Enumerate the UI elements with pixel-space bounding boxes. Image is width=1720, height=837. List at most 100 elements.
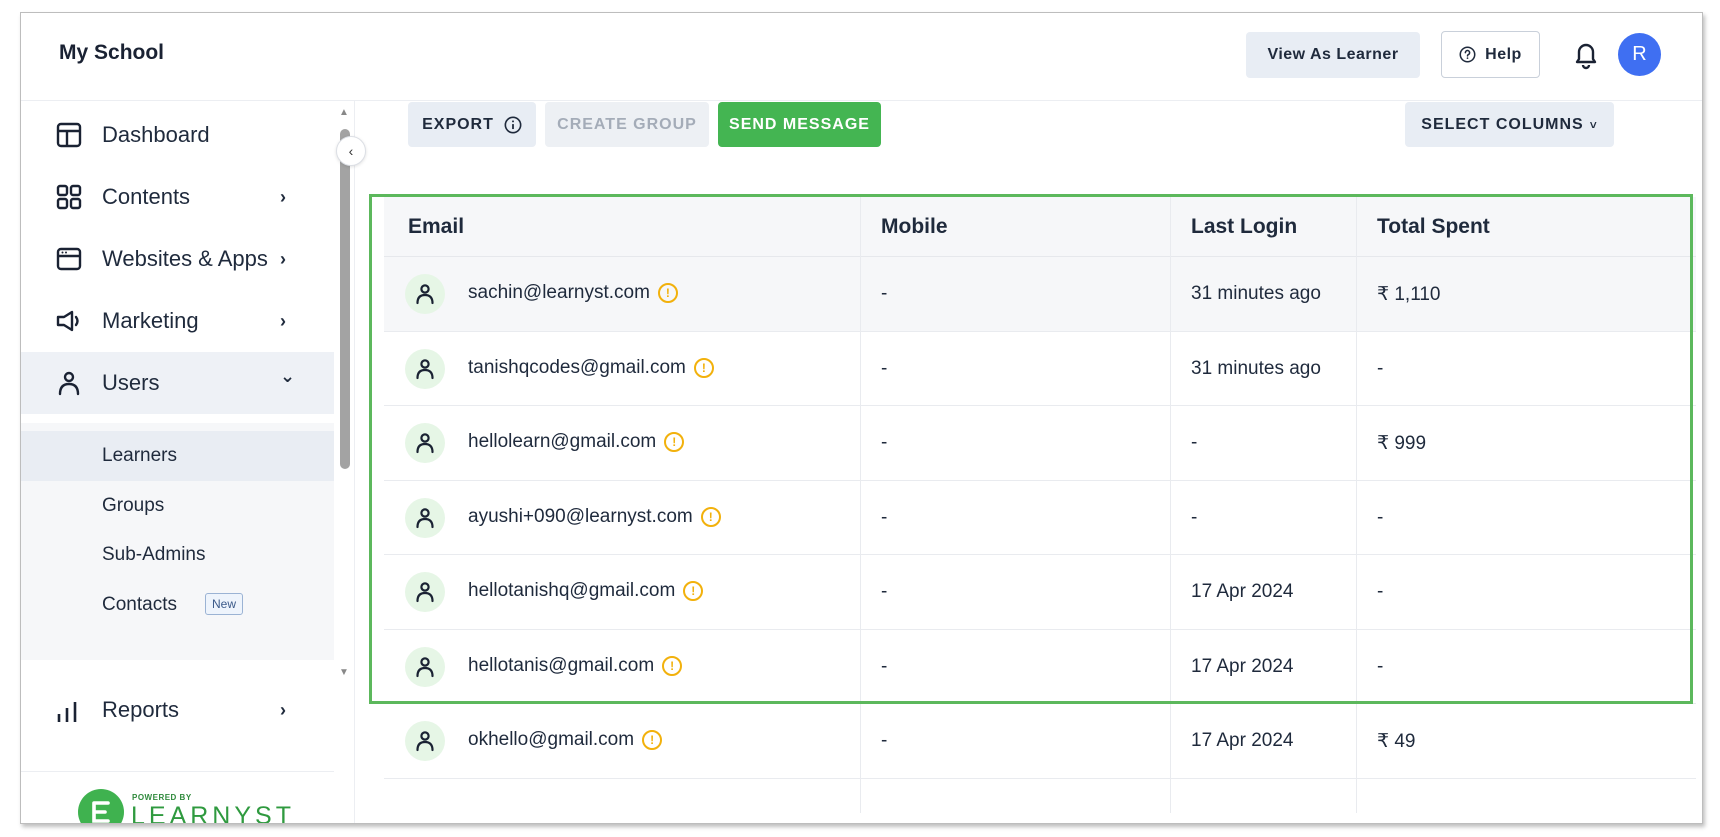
dashboard-icon [56,122,82,148]
sidebar-subitem-groups[interactable]: Groups [21,481,334,531]
table-row[interactable]: tanishqcodes@gmail.com! - 31 minutes ago - [384,332,1696,406]
user-avatar[interactable]: R [1618,33,1661,76]
sidebar-item-contents[interactable]: Contents › [21,166,334,228]
total-spent-cell: ₹ 49 [1377,731,1416,752]
column-header-last-login[interactable]: Last Login [1191,215,1297,239]
warning-icon[interactable]: ! [642,730,663,750]
user-avatar-icon [405,274,445,314]
column-divider [1170,197,1171,813]
school-title: My School [59,41,165,64]
top-header: My School View As Learner Help R [21,13,1702,101]
export-button[interactable]: EXPORT [408,102,536,147]
sidebar-subitem-learners[interactable]: Learners [21,431,334,481]
mobile-cell: - [881,506,888,528]
send-message-button[interactable]: SEND MESSAGE [718,102,881,147]
subitem-label: Groups [102,495,165,516]
sidebar-item-marketing[interactable]: Marketing › [21,290,334,352]
scrollbar-thumb[interactable] [340,129,350,469]
powered-by-label: POWERED BY [132,793,192,802]
table-header: Email Mobile Last Login Total Spent [384,197,1696,257]
user-avatar-icon [405,423,445,463]
info-icon [504,116,522,133]
mobile-cell: - [881,283,888,304]
column-header-mobile[interactable]: Mobile [881,215,948,239]
table-row[interactable]: hellotanis@gmail.com! - 17 Apr 2024 - [384,630,1696,704]
chevron-right-icon: › [280,699,286,720]
warning-icon[interactable]: ! [657,283,678,303]
sidebar-scrollbar[interactable]: ▲ ▼ [334,101,356,683]
warning-icon[interactable]: ! [662,655,683,676]
chevron-left-icon: ‹ [348,143,354,159]
table-row[interactable]: okhello@gmail.com! - 17 Apr 2024 ₹ 49 [384,704,1696,779]
email-cell: hellotanishq@gmail.com! [468,580,704,602]
sidebar-item-websites-apps[interactable]: Websites & Apps › [21,228,334,290]
create-group-button[interactable]: CREATE GROUP [545,102,709,147]
question-circle-icon [1459,46,1476,63]
browser-icon [56,247,82,271]
mobile-cell: - [881,655,888,677]
total-spent-cell: - [1377,581,1384,602]
help-label: Help [1485,45,1522,63]
sidebar-item-reports[interactable]: Reports › [21,679,334,741]
email-text[interactable]: hellotanishq@gmail.com [468,580,675,602]
email-text[interactable]: ayushi+090@learnyst.com [468,506,693,528]
last-login-cell: - [1191,506,1198,528]
last-login-cell: 31 minutes ago [1191,283,1321,304]
total-spent-cell: ₹ 1,110 [1377,284,1441,305]
app-window: My School View As Learner Help R Dashboa… [20,12,1703,824]
warning-icon[interactable]: ! [700,506,721,527]
column-divider [860,197,861,813]
email-cell: okhello@gmail.com! [468,729,663,751]
export-label: EXPORT [422,115,494,133]
email-text[interactable]: tanishqcodes@gmail.com [468,357,686,379]
help-button[interactable]: Help [1441,31,1540,78]
last-login-cell: 17 Apr 2024 [1191,655,1294,677]
email-cell: hellotanis@gmail.com! [468,655,683,677]
scroll-up-arrow-icon[interactable]: ▲ [339,107,349,118]
bell-icon[interactable] [1571,39,1601,71]
user-icon [58,371,80,396]
sidebar-subitem-contacts[interactable]: Contacts New [21,580,334,630]
column-divider [1356,197,1357,813]
user-avatar-icon [405,497,445,538]
email-text[interactable]: sachin@learnyst.com [468,282,650,304]
sidebar-item-label: Marketing [102,308,199,333]
warning-icon[interactable]: ! [683,581,704,601]
table-row[interactable]: ayushi+090@learnyst.com! - - - [384,481,1696,555]
user-avatar-icon [405,721,445,761]
user-avatar-icon [405,348,445,389]
last-login-cell: - [1191,432,1198,453]
warning-icon[interactable]: ! [693,357,714,378]
bar-chart-icon [57,702,77,722]
table-row[interactable]: hellotanishq@gmail.com! - 17 Apr 2024 - [384,555,1696,630]
column-header-total-spent[interactable]: Total Spent [1377,215,1490,239]
column-header-email[interactable]: Email [408,215,464,239]
view-as-learner-button[interactable]: View As Learner [1246,32,1420,78]
email-cell: sachin@learnyst.com! [468,282,678,304]
email-text[interactable]: hellotanis@gmail.com [468,655,654,677]
scroll-down-arrow-icon[interactable]: ▼ [339,667,349,678]
sidebar-item-label: Reports [102,697,180,722]
sidebar-item-label: Contents [102,184,191,209]
sidebar-subitem-sub-admins[interactable]: Sub-Admins [21,530,334,580]
sidebar-item-dashboard[interactable]: Dashboard [21,104,334,166]
learnyst-logo-icon [78,789,124,823]
new-badge: New [205,593,244,615]
email-text[interactable]: okhello@gmail.com [468,729,634,751]
collapse-sidebar-button[interactable]: ‹ [336,136,366,166]
subitem-label: Sub-Admins [102,544,206,565]
chevron-right-icon: › [280,310,286,331]
brand-name: LEARNYST [131,802,295,824]
sidebar-item-users[interactable]: Users ⌄ [21,352,334,414]
sidebar-item-label: Websites & Apps [102,246,268,271]
chevron-right-icon: › [280,248,286,269]
email-text[interactable]: hellolearn@gmail.com [468,431,656,453]
table-row[interactable]: hellolearn@gmail.com! - - ₹ 999 [384,406,1696,481]
total-spent-cell: ₹ 999 [1377,433,1427,454]
warning-icon[interactable]: ! [664,432,685,452]
select-columns-dropdown[interactable]: SELECT COLUMNS ˅ [1405,102,1614,147]
last-login-cell: 31 minutes ago [1191,357,1321,379]
table-row[interactable]: sachin@learnyst.com! - 31 minutes ago ₹ 1,1… [384,257,1696,332]
mobile-cell: - [881,581,888,602]
users-submenu: Learners Groups Sub-Admins Contacts New [21,423,334,660]
